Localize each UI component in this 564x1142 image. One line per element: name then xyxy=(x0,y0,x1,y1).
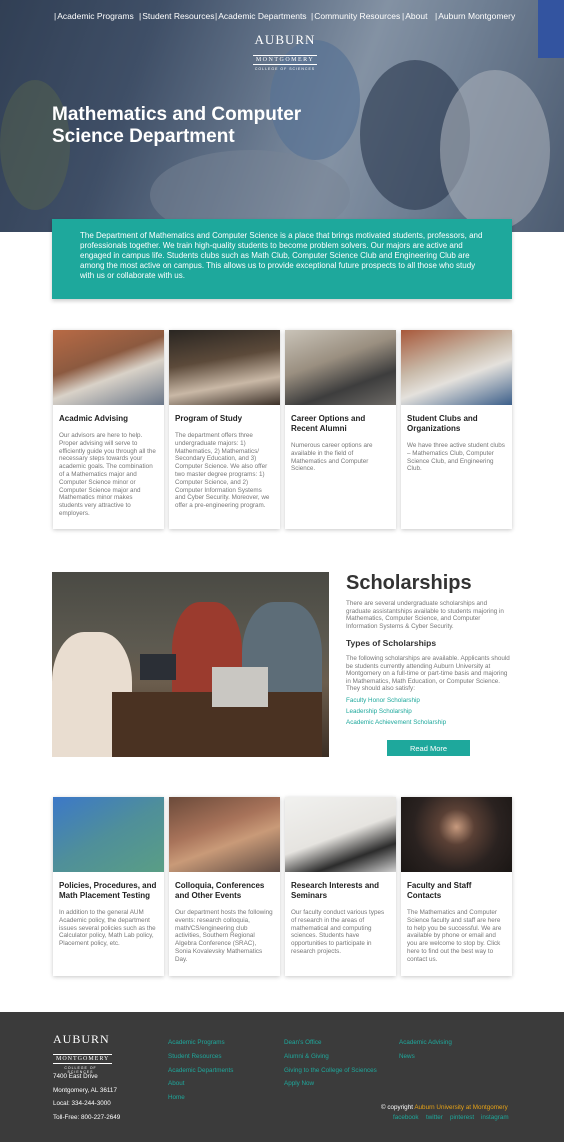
card-research[interactable]: Research Interests and Seminars Our facu… xyxy=(285,797,396,976)
card-title: Faculty and Staff Contacts xyxy=(407,881,472,900)
card-text: Our advisors are here to help. Proper ad… xyxy=(59,432,156,517)
card-text: The Mathematics and Computer Science fac… xyxy=(407,909,502,963)
card-text: Numerous career options are available in… xyxy=(291,442,373,473)
footer-link-student-resources[interactable]: Student Resources xyxy=(168,1053,222,1060)
scholarships-image xyxy=(52,572,329,757)
card-text: Our faculty conduct various types of res… xyxy=(291,909,385,955)
card-image xyxy=(401,797,512,872)
read-more-button[interactable]: Read More xyxy=(387,740,470,756)
footer-phone-tollfree: Toll-Free: 800-227-2649 xyxy=(53,1114,121,1121)
social-pinterest-link[interactable]: pinterest xyxy=(450,1114,474,1121)
footer-link-academic-departments[interactable]: Academic Departments xyxy=(168,1067,233,1074)
intro-box: The Department of Mathematics and Comput… xyxy=(52,219,512,299)
card-title: Career Options and Recent Alumni xyxy=(291,414,366,433)
scholarships-title: Scholarships xyxy=(346,572,472,594)
nav-community-resources[interactable]: Community Resources xyxy=(311,11,400,21)
card-image xyxy=(169,330,280,405)
card-policies[interactable]: Policies, Procedures, and Math Placement… xyxy=(53,797,164,976)
footer-logo[interactable]: AUBURN MONTGOMERY COLLEGE OF SCIENCES xyxy=(53,1032,113,1074)
nav-auburn-montgomery[interactable]: Auburn Montgomery xyxy=(435,11,515,21)
social-twitter-link[interactable]: twitter xyxy=(426,1114,443,1121)
footer-phone-local: Local: 334-244-3000 xyxy=(53,1100,111,1107)
card-image xyxy=(169,797,280,872)
footer-address-street: 7400 East Drive xyxy=(53,1073,98,1080)
card-title: Acadmic Advising xyxy=(59,414,129,423)
footer-link-alumni-giving[interactable]: Alumni & Giving xyxy=(284,1053,329,1060)
card-title: Program of Study xyxy=(175,414,243,423)
card-image xyxy=(53,330,164,405)
card-title: Research Interests and Seminars xyxy=(291,881,380,900)
scholarships-types-heading: Types of Scholarships xyxy=(346,638,437,648)
social-facebook-link[interactable]: facebook xyxy=(393,1114,419,1121)
footer-link-academic-advising[interactable]: Academic Advising xyxy=(399,1039,452,1046)
footer-link-apply-now[interactable]: Apply Now xyxy=(284,1080,314,1087)
card-title: Student Clubs and Organizations xyxy=(407,414,478,433)
card-image xyxy=(285,330,396,405)
copyright-org[interactable]: Auburn University at Montgomery xyxy=(414,1104,507,1111)
card-program-of-study[interactable]: Program of Study The department offers t… xyxy=(169,330,280,529)
footer-link-about[interactable]: About xyxy=(168,1080,184,1087)
card-faculty-staff[interactable]: Faculty and Staff Contacts The Mathemati… xyxy=(401,797,512,976)
card-title: Policies, Procedures, and Math Placement… xyxy=(59,881,157,900)
social-instagram-link[interactable]: instagram xyxy=(481,1114,509,1121)
nav-academic-departments[interactable]: Academic Departments xyxy=(215,11,306,21)
logo-main-text: AUBURN xyxy=(254,32,316,47)
logo-tag-text: COLLEGE OF SCIENCES xyxy=(254,67,316,71)
footer-link-home[interactable]: Home xyxy=(168,1094,185,1101)
link-faculty-honor-scholarship[interactable]: Faculty Honor Scholarship xyxy=(346,697,420,704)
footer-link-deans-office[interactable]: Dean's Office xyxy=(284,1039,322,1046)
photo-laptop xyxy=(140,654,176,680)
card-academic-advising[interactable]: Acadmic Advising Our advisors are here t… xyxy=(53,330,164,529)
card-text: We have three active student clubs – Mat… xyxy=(407,442,505,473)
card-text: Our department hosts the following event… xyxy=(175,909,273,963)
card-student-clubs[interactable]: Student Clubs and Organizations We have … xyxy=(401,330,512,529)
nav-student-resources[interactable]: Student Resources xyxy=(139,11,214,21)
footer-address-city: Montgomery, AL 36117 xyxy=(53,1087,117,1094)
footer-link-academic-programs[interactable]: Academic Programs xyxy=(168,1039,225,1046)
card-image xyxy=(53,797,164,872)
card-title: Colloquia, Conferences and Other Events xyxy=(175,881,265,900)
copyright: © copyright Auburn University at Montgom… xyxy=(381,1104,508,1111)
logo-sub-text: MONTGOMERY xyxy=(53,1054,113,1064)
site-logo[interactable]: AUBURN MONTGOMERY COLLEGE OF SCIENCES xyxy=(240,32,330,71)
card-career-options[interactable]: Career Options and Recent Alumni Numerou… xyxy=(285,330,396,529)
top-nav: Academic Programs Student Resources Acad… xyxy=(0,11,564,25)
hero-banner: Academic Programs Student Resources Acad… xyxy=(0,0,564,232)
link-leadership-scholarship[interactable]: Leadership Scholarship xyxy=(346,708,412,715)
scholarships-types-text: The following scholarships are available… xyxy=(346,655,510,693)
scholarships-intro: There are several undergraduate scholars… xyxy=(346,600,504,630)
site-footer: AUBURN MONTGOMERY COLLEGE OF SCIENCES 74… xyxy=(0,1012,564,1142)
card-colloquia[interactable]: Colloquia, Conferences and Other Events … xyxy=(169,797,280,976)
logo-main-text: AUBURN xyxy=(53,1032,110,1046)
link-academic-achievement-scholarship[interactable]: Academic Achievement Scholarship xyxy=(346,719,446,726)
logo-sub-text: MONTGOMERY xyxy=(252,55,318,65)
footer-link-giving-college[interactable]: Giving to the College of Sciences xyxy=(284,1067,377,1074)
copyright-prefix: © copyright xyxy=(381,1104,413,1111)
card-text: In addition to the general AUM Academic … xyxy=(59,909,156,948)
nav-about[interactable]: About xyxy=(402,11,427,21)
nav-academic-programs[interactable]: Academic Programs xyxy=(54,11,134,21)
card-image xyxy=(401,330,512,405)
photo-laptop xyxy=(212,667,268,707)
card-text: The department offers three undergraduat… xyxy=(175,432,270,510)
footer-link-news[interactable]: News xyxy=(399,1053,415,1060)
page-title: Mathematics and Computer Science Departm… xyxy=(52,104,302,147)
card-image xyxy=(285,797,396,872)
